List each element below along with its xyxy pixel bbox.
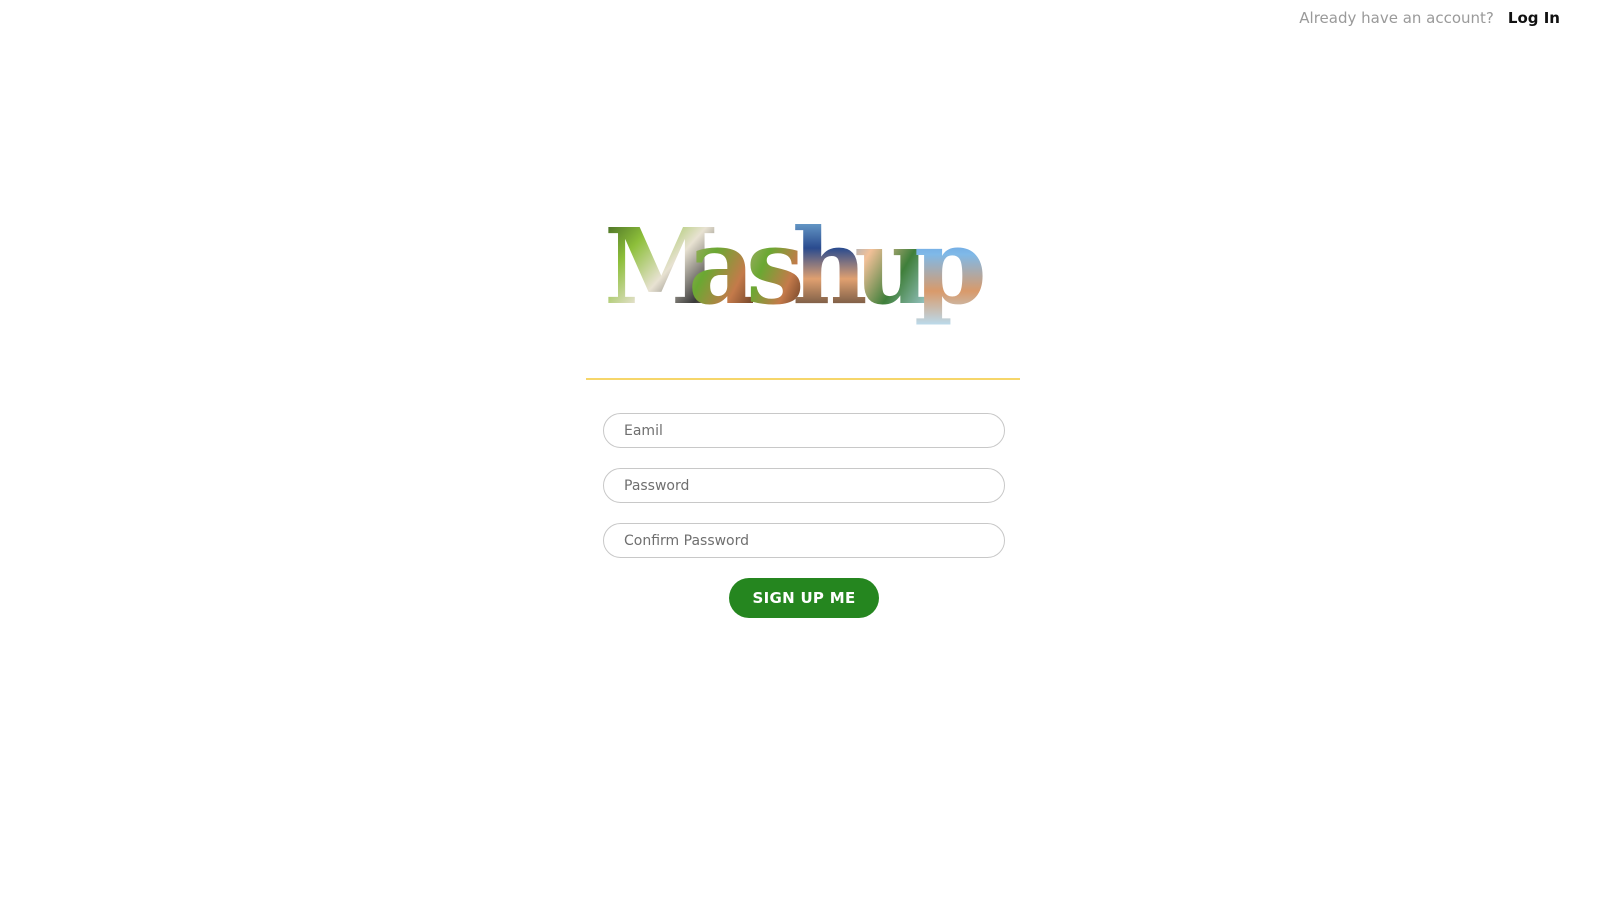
- svg-text:a: a: [688, 205, 753, 328]
- password-input[interactable]: [603, 468, 1005, 503]
- logo-image: M a s h u p: [604, 205, 987, 328]
- email-input[interactable]: [603, 413, 1005, 448]
- signup-page: Already have an account? Log In M a s h …: [0, 0, 1600, 900]
- mashup-logo: M a s h u p: [600, 205, 1000, 345]
- login-link[interactable]: Log In: [1508, 9, 1560, 27]
- signup-form: SIGN UP ME: [603, 413, 1005, 618]
- account-prompt: Already have an account?: [1299, 9, 1494, 27]
- confirm-password-input[interactable]: [603, 523, 1005, 558]
- svg-text:p: p: [914, 205, 983, 328]
- sign-up-button[interactable]: SIGN UP ME: [729, 578, 879, 618]
- top-bar: Already have an account? Log In: [1299, 6, 1560, 30]
- submit-row: SIGN UP ME: [603, 578, 1005, 618]
- accent-divider: [586, 378, 1020, 380]
